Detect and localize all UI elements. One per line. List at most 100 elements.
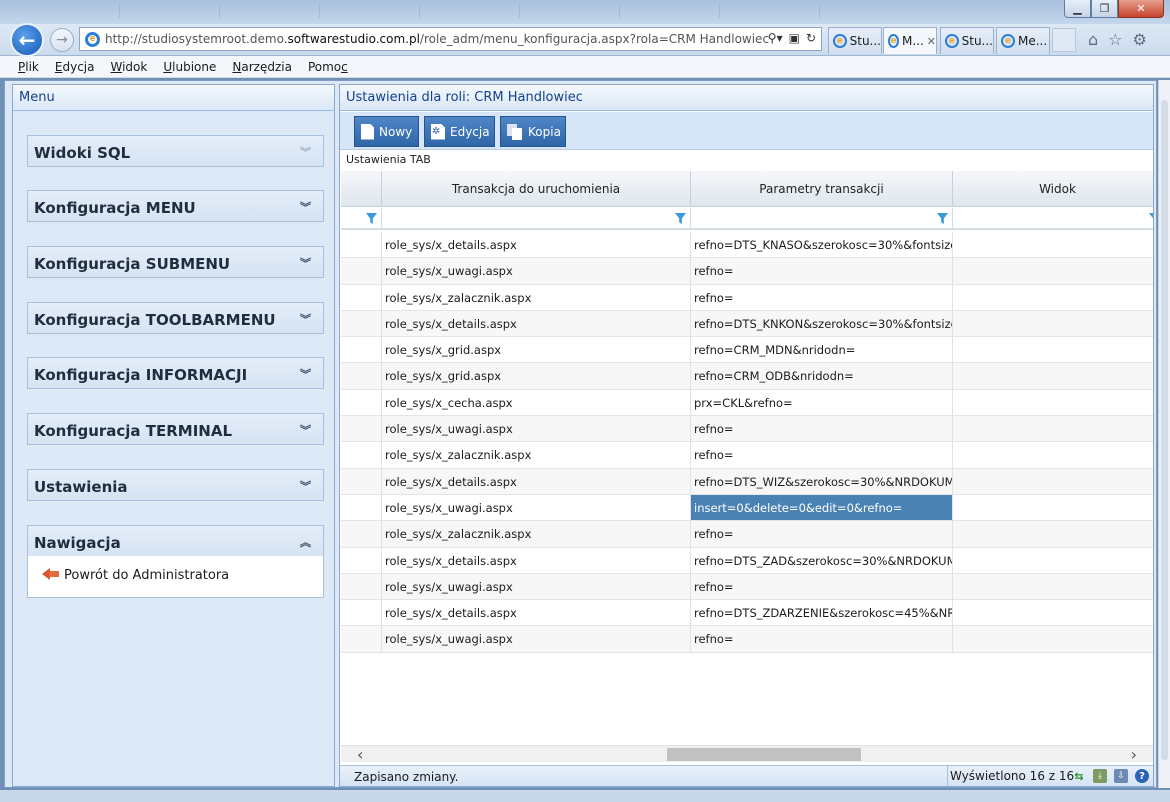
- parameters-cell[interactable]: refno=: [691, 521, 953, 547]
- horizontal-scrollbar[interactable]: ‹ ›: [341, 745, 1153, 763]
- menu-item-ulubione[interactable]: Ulubione: [163, 60, 216, 74]
- chevron-down-icon[interactable]: ︾: [300, 191, 311, 225]
- parameters-cell[interactable]: refno=: [691, 442, 953, 468]
- parameters-cell[interactable]: refno=DTS_WIZ&szerokosc=30%&NRDOKUM: [691, 468, 953, 494]
- row-selector-cell[interactable]: [341, 468, 382, 494]
- filter-funnel-icon[interactable]: [675, 213, 686, 224]
- minimize-button[interactable]: ▁: [1064, 0, 1091, 18]
- transaction-cell[interactable]: role_sys/x_uwagi.aspx: [382, 626, 691, 652]
- row-selector-cell[interactable]: [341, 547, 382, 573]
- refresh-icon[interactable]: ↻: [806, 31, 816, 45]
- view-cell[interactable]: [953, 258, 1153, 283]
- row-selector-cell[interactable]: [341, 258, 382, 284]
- row-selector-cell[interactable]: [341, 573, 382, 600]
- page-scrollbar[interactable]: [1158, 80, 1170, 788]
- table-row[interactable]: role_sys/x_details.aspx refno=DTS_KNASO&s…: [341, 232, 1153, 259]
- view-cell[interactable]: [953, 469, 1153, 494]
- view-cell[interactable]: [953, 442, 1153, 467]
- forward-button[interactable]: →: [50, 28, 74, 52]
- parameters-cell[interactable]: refno=CRM_ODB&nridodn=: [691, 363, 953, 389]
- row-selector-cell[interactable]: [341, 521, 382, 547]
- view-cell[interactable]: [953, 574, 1153, 599]
- transaction-cell[interactable]: role_sys/x_details.aspx: [382, 547, 691, 573]
- row-selector-cell[interactable]: [341, 337, 382, 363]
- filter-cell[interactable]: [341, 208, 382, 230]
- row-selector-cell[interactable]: [341, 600, 382, 626]
- edit-button[interactable]: Edycja: [424, 116, 495, 147]
- chevron-down-icon[interactable]: ︾: [300, 303, 311, 337]
- menu-item-plik[interactable]: Plik: [18, 60, 39, 74]
- nav-link-back-to-admin[interactable]: Powrót do Administratora: [42, 568, 229, 583]
- table-row[interactable]: role_sys/x_cecha.aspx prx=CKL&refno=: [341, 389, 1153, 417]
- view-cell[interactable]: [953, 600, 1153, 625]
- view-cell[interactable]: [953, 337, 1153, 362]
- accordion-ustawienia[interactable]: Ustawienia ︾: [27, 469, 324, 501]
- back-button[interactable]: ←: [10, 23, 44, 57]
- parameters-cell[interactable]: refno=DTS_KNASO&szerokosc=30%&fontsize: [691, 232, 953, 258]
- compatibility-icon[interactable]: ▣: [789, 31, 800, 45]
- transaction-cell[interactable]: role_sys/x_details.aspx: [382, 468, 691, 494]
- filter-cell[interactable]: [691, 208, 953, 230]
- view-cell[interactable]: [953, 363, 1153, 388]
- menu-item-narzędzia[interactable]: Narzędzia: [232, 60, 292, 74]
- transaction-cell[interactable]: role_sys/x_grid.aspx: [382, 363, 691, 389]
- parameters-cell[interactable]: refno=DTS_ZDARZENIE&szerokosc=45%&NR: [691, 600, 953, 626]
- view-cell[interactable]: [953, 521, 1153, 546]
- table-row[interactable]: role_sys/x_details.aspx refno=DTS_ZAD&sze…: [341, 547, 1153, 574]
- accordion-konfiguracja-menu[interactable]: Konfiguracja MENU ︾: [27, 190, 324, 222]
- row-selector-cell[interactable]: [341, 310, 382, 337]
- column-header-parameters[interactable]: Parametry transakcji: [691, 171, 953, 207]
- parameters-cell[interactable]: prx=CKL&refno=: [691, 389, 953, 416]
- address-bar[interactable]: e http://studiosystemroot.demo.softwares…: [79, 27, 822, 51]
- transaction-cell[interactable]: role_sys/x_details.aspx: [382, 232, 691, 258]
- home-icon[interactable]: ⌂: [1088, 30, 1098, 49]
- parameters-cell[interactable]: refno=: [691, 284, 953, 310]
- maximize-button[interactable]: ❐: [1091, 0, 1118, 18]
- row-selector-cell[interactable]: [341, 284, 382, 310]
- parameters-cell[interactable]: refno=: [691, 573, 953, 600]
- table-row[interactable]: role_sys/x_uwagi.aspx refno=: [341, 258, 1153, 285]
- browser-tab-active[interactable]: e M... ✕: [883, 27, 937, 54]
- view-cell[interactable]: [953, 285, 1153, 310]
- transaction-cell[interactable]: role_sys/x_details.aspx: [382, 600, 691, 626]
- transaction-cell[interactable]: role_sys/x_details.aspx: [382, 310, 691, 337]
- transaction-cell[interactable]: role_sys/x_uwagi.aspx: [382, 258, 691, 284]
- export-icon[interactable]: ⤓: [1093, 769, 1107, 783]
- filter-funnel-icon[interactable]: [937, 213, 948, 224]
- row-selector-cell[interactable]: [341, 389, 382, 416]
- table-row[interactable]: role_sys/x_details.aspx refno=DTS_WIZ&sze…: [341, 468, 1153, 495]
- filter-cell[interactable]: [382, 208, 691, 230]
- parameters-cell[interactable]: refno=: [691, 416, 953, 442]
- row-selector-cell[interactable]: [341, 442, 382, 468]
- view-cell[interactable]: [953, 626, 1153, 651]
- accordion-konfiguracja-terminal[interactable]: Konfiguracja TERMINAL ︾: [27, 413, 324, 445]
- row-selector-cell[interactable]: [341, 626, 382, 652]
- favorites-star-icon[interactable]: ☆: [1108, 30, 1122, 49]
- chevron-down-icon[interactable]: ︾: [300, 247, 311, 281]
- accordion-konfiguracja-submenu[interactable]: Konfiguracja SUBMENU ︾: [27, 246, 324, 278]
- row-selector-cell[interactable]: [341, 232, 382, 258]
- parameters-cell[interactable]: refno=: [691, 258, 953, 284]
- chevron-down-icon[interactable]: ︾: [300, 358, 311, 392]
- table-row[interactable]: role_sys/x_zalacznik.aspx refno=: [341, 521, 1153, 548]
- table-row[interactable]: role_sys/x_uwagi.aspx insert=0&delete=0&e…: [341, 494, 1153, 522]
- copy-button[interactable]: Kopia: [500, 116, 566, 147]
- parameters-cell[interactable]: refno=DTS_ZAD&szerokosc=30%&NRDOKUM: [691, 547, 953, 573]
- filter-funnel-icon[interactable]: [366, 213, 377, 224]
- help-icon[interactable]: ?: [1135, 769, 1149, 783]
- view-cell[interactable]: [953, 495, 1153, 520]
- menu-item-pomoc[interactable]: Pomoc: [308, 60, 348, 74]
- view-cell[interactable]: [953, 232, 1153, 257]
- transaction-cell[interactable]: role_sys/x_cecha.aspx: [382, 389, 691, 416]
- table-row[interactable]: role_sys/x_details.aspx refno=DTS_KNKON&s…: [341, 310, 1153, 338]
- accordion-widoki-sql[interactable]: Widoki SQL ︾: [27, 135, 324, 167]
- table-row[interactable]: role_sys/x_uwagi.aspx refno=: [341, 416, 1153, 443]
- transaction-cell[interactable]: role_sys/x_zalacznik.aspx: [382, 521, 691, 547]
- column-header-view[interactable]: Widok: [953, 171, 1153, 207]
- filter-cell[interactable]: [953, 208, 1153, 230]
- import-icon[interactable]: ⇩: [1114, 769, 1128, 783]
- transaction-cell[interactable]: role_sys/x_uwagi.aspx: [382, 416, 691, 442]
- table-row[interactable]: role_sys/x_zalacznik.aspx refno=: [341, 284, 1153, 311]
- chevron-down-icon[interactable]: ︾: [300, 414, 311, 448]
- row-selector-cell[interactable]: [341, 363, 382, 389]
